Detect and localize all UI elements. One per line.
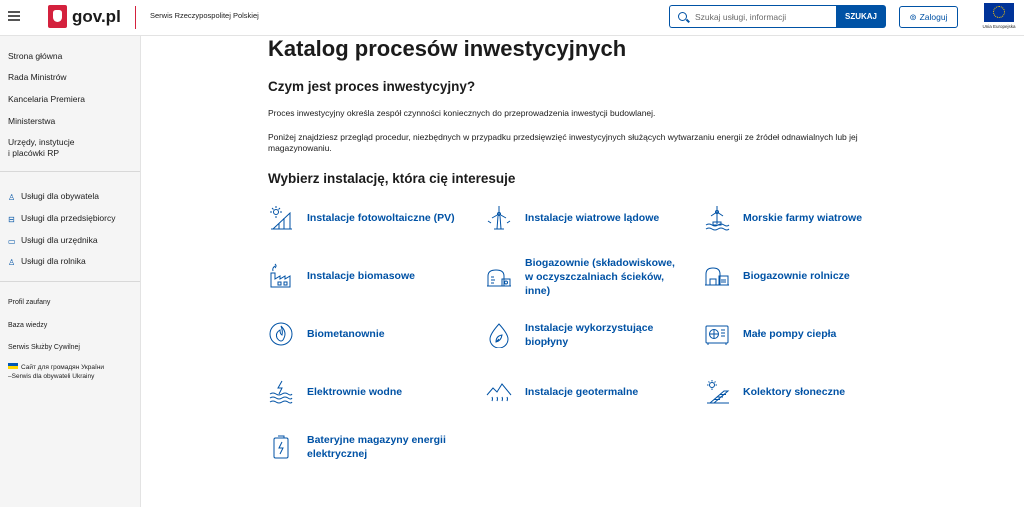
wind-turbine-icon: [487, 206, 511, 230]
sidebar-item-label: Usługi dla obywatela: [21, 191, 99, 201]
eagle-emblem-icon: [48, 5, 67, 28]
sidebar-item-home[interactable]: Strona główna: [8, 51, 62, 62]
eu-flag-icon: [984, 3, 1014, 22]
search-button[interactable]: SZUKAJ: [836, 5, 886, 28]
tile-geothermal[interactable]: Instalacje geotermalne: [486, 379, 638, 405]
sidebar-item-farmer[interactable]: ♙ Usługi dla rolnika: [8, 256, 86, 267]
sidebar-item-knowledge-base[interactable]: Baza wiedzy: [8, 320, 47, 331]
sidebar-item-official[interactable]: ▭ Usługi dla urzędnika: [8, 235, 98, 246]
biogas-tank-icon: [487, 269, 511, 287]
tile-hydro[interactable]: Elektrownie wodne: [268, 379, 402, 405]
tile-photovoltaic[interactable]: Instalacje fotowoltaiczne (PV): [268, 205, 455, 231]
ukraine-flag-icon: [8, 363, 18, 369]
tile-label: Instalacje fotowoltaiczne (PV): [307, 212, 455, 224]
sidebar-item-offices[interactable]: Urzędy, instytucje i placówki RP: [8, 137, 74, 159]
sidebar-item-ministries[interactable]: Ministerstwa: [8, 116, 55, 127]
biomass-factory-icon: [270, 263, 291, 288]
sidebar-divider: [0, 281, 140, 282]
tile-label: Instalacje wykorzystujące biopłyny: [525, 322, 654, 348]
solar-collector-icon: [707, 380, 730, 404]
tile-label: Kolektory słoneczne: [743, 386, 846, 398]
tile-label: Instalacje wiatrowe lądowe: [525, 212, 660, 224]
sidebar-item-chancellery[interactable]: Kancelaria Premiera: [8, 94, 85, 105]
description-line1: Poniżej znajdziesz przegląd procedur, ni…: [268, 132, 858, 142]
tile-offshore-wind[interactable]: Morskie farmy wiatrowe: [704, 205, 862, 231]
eu-logo: Unia Europejska: [980, 3, 1018, 29]
sidebar-item-council[interactable]: Rada Ministrów: [8, 72, 67, 83]
sidebar-item-trusted-profile[interactable]: Profil zaufany: [8, 297, 50, 308]
ukraine-line2: –Serwis dla obywateli Ukrainy: [8, 373, 95, 380]
tile-label: Biometanownie: [307, 328, 385, 340]
tile-biomethane[interactable]: Biometanownie: [268, 321, 385, 347]
offshore-wind-icon: [705, 206, 730, 231]
tile-agri-biogas[interactable]: Biogazownie rolnicze: [704, 263, 850, 289]
briefcase-icon: ⊟: [8, 215, 15, 224]
description-paragraph: Poniżej znajdziesz przegląd procedur, ni…: [268, 132, 918, 154]
sidebar-item-business[interactable]: ⊟ Usługi dla przedsiębiorcy: [8, 213, 116, 224]
tile-label: Elektrownie wodne: [307, 386, 403, 398]
tile-label: Instalacje biomasowe: [307, 270, 415, 282]
tile-onshore-wind[interactable]: Instalacje wiatrowe lądowe: [486, 205, 659, 231]
sidebar-item-ukraine[interactable]: Сайт для громадян України –Serwis dla ob…: [8, 363, 104, 381]
tile-label: Biogazownie (składowiskowe, w oczyszczal…: [525, 257, 675, 297]
installations-heading: Wybierz instalację, która cię interesuje: [268, 171, 516, 186]
logo-text: gov.pl: [72, 6, 121, 26]
sidebar-item-label: Usługi dla przedsiębiorcy: [21, 213, 116, 223]
login-label: Zaloguj: [919, 12, 948, 22]
geothermal-icon: [486, 383, 512, 402]
tile-label: Bateryjne magazyny energii elektrycznej: [307, 434, 446, 460]
section-subtitle: Czym jest proces inwestycyjny?: [268, 79, 476, 94]
top-header: gov.pl Serwis Rzeczypospolitej Polskiej …: [0, 0, 1024, 36]
tile-biogas[interactable]: Biogazownie (składowiskowe, w oczyszczal…: [486, 256, 675, 298]
intro-paragraph: Proces inwestycyjny określa zespół czynn…: [268, 108, 656, 118]
search-input[interactable]: [695, 11, 830, 22]
gov-logo[interactable]: gov.pl: [48, 5, 121, 28]
user-circle-icon: ⊚: [909, 11, 917, 22]
tile-label: Instalacje geotermalne: [525, 386, 639, 398]
search-box: [669, 5, 836, 28]
agri-biogas-icon: [705, 267, 729, 286]
menu-icon[interactable]: [8, 11, 20, 21]
tile-biomass[interactable]: Instalacje biomasowe: [268, 263, 415, 289]
tile-label: Morskie farmy wiatrowe: [743, 212, 863, 224]
sidebar-item-offices-line1: Urzędy, instytucje: [8, 137, 75, 147]
sidebar-divider: [0, 171, 140, 172]
service-name: Serwis Rzeczypospolitej Polskiej: [150, 11, 259, 20]
battery-storage-icon: [273, 435, 289, 459]
sidebar-item-label: Usługi dla urzędnika: [21, 235, 98, 245]
tile-label: Biogazownie rolnicze: [743, 270, 850, 282]
heat-pump-icon: [705, 325, 729, 345]
sidebar: Strona główna Rada Ministrów Kancelaria …: [0, 36, 141, 507]
tile-heat-pumps[interactable]: Małe pompy ciepła: [704, 321, 836, 347]
eu-label: Unia Europejska: [982, 24, 1016, 29]
bioliquid-drop-icon: [489, 323, 509, 348]
description-line2: magazynowaniu.: [268, 143, 332, 153]
sidebar-item-citizen[interactable]: ♙ Usługi dla obywatela: [8, 191, 99, 202]
logo-divider: [135, 6, 136, 29]
main-content: Katalog procesów inwestycyjnych Czym jes…: [142, 36, 1024, 507]
solar-panel-icon: [270, 206, 292, 230]
sidebar-item-label: Usługi dla rolnika: [21, 256, 86, 266]
sidebar-item-offices-line2: i placówki RP: [8, 148, 60, 158]
person-icon: ♙: [8, 193, 16, 202]
tile-bioliquids[interactable]: Instalacje wykorzystujące biopłyny: [486, 321, 653, 349]
search-icon: [678, 12, 687, 21]
tile-solar-collectors[interactable]: Kolektory słoneczne: [704, 379, 845, 405]
page-title: Katalog procesów inwestycyjnych: [268, 36, 627, 61]
person-icon: ♙: [8, 258, 16, 267]
sidebar-item-civil-service[interactable]: Serwis Służby Cywilnej: [8, 342, 80, 353]
hydro-power-icon: [269, 380, 293, 404]
biomethane-flame-icon: [269, 322, 293, 346]
login-button[interactable]: ⊚ Zaloguj: [899, 6, 958, 28]
tile-battery-storage[interactable]: Bateryjne magazyny energii elektrycznej: [268, 433, 446, 461]
ukraine-line1: Сайт для громадян України: [21, 364, 105, 371]
laptop-icon: ▭: [8, 237, 16, 246]
tile-label: Małe pompy ciepła: [743, 328, 837, 340]
